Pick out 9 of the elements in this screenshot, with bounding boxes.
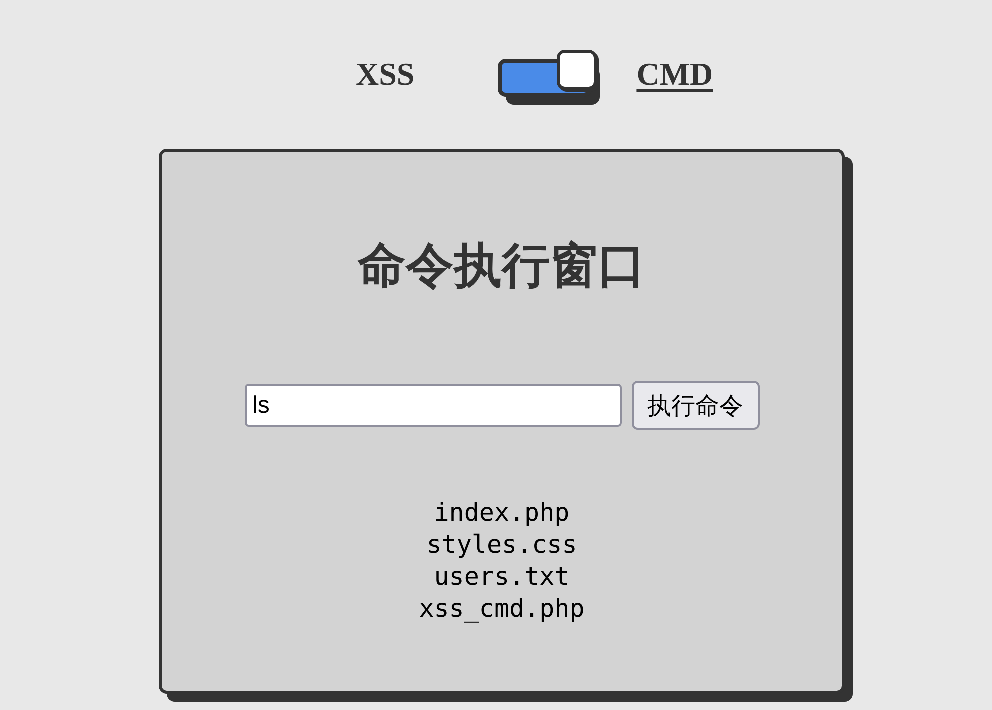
run-command-button[interactable]: 执行命令 xyxy=(632,381,760,430)
output-line: index.php xyxy=(434,497,570,529)
command-input[interactable]: ls xyxy=(244,384,622,427)
mode-label[interactable]: CMD xyxy=(636,58,714,90)
output-line: xss_cmd.php xyxy=(419,593,585,625)
panel-title: 命令执行窗口 xyxy=(358,239,646,295)
mode-label[interactable]: XSS xyxy=(356,58,415,90)
output-line: users.txt xyxy=(434,561,570,593)
output-line: styles.css xyxy=(426,529,578,561)
